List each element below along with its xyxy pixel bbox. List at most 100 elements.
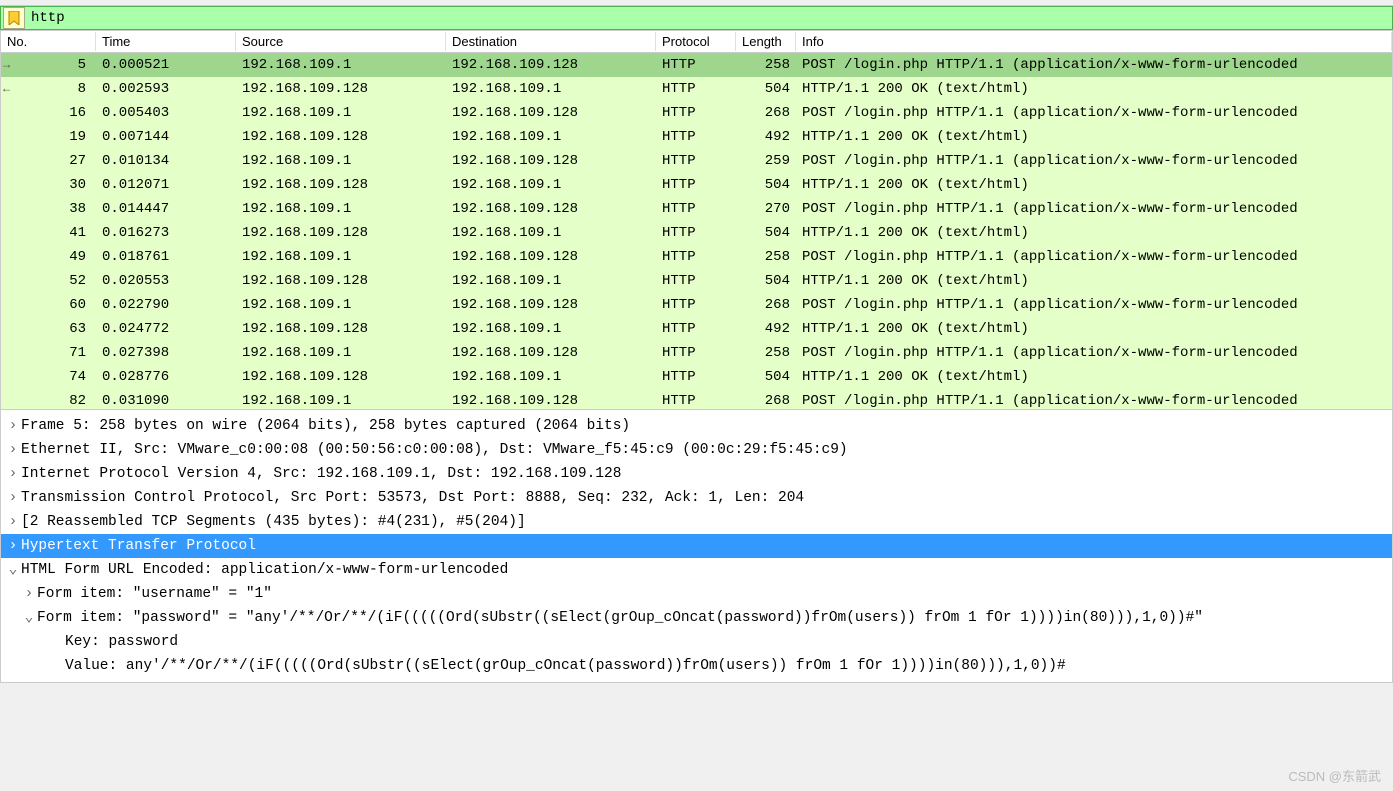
cell-dst: 192.168.109.128 bbox=[446, 55, 656, 75]
col-header-source[interactable]: Source bbox=[236, 32, 446, 51]
cell-info: POST /login.php HTTP/1.1 (application/x-… bbox=[796, 55, 1392, 75]
tree-eth-text: Ethernet II, Src: VMware_c0:00:08 (00:50… bbox=[21, 438, 848, 462]
chevron-right-icon[interactable]: › bbox=[5, 462, 21, 486]
chevron-right-icon[interactable]: › bbox=[5, 534, 21, 558]
cell-proto: HTTP bbox=[656, 367, 736, 387]
cell-dst: 192.168.109.1 bbox=[446, 271, 656, 291]
cell-len: 492 bbox=[736, 319, 796, 339]
cell-src: 192.168.109.128 bbox=[236, 367, 446, 387]
cell-src: 192.168.109.1 bbox=[236, 247, 446, 267]
cell-dst: 192.168.109.1 bbox=[446, 175, 656, 195]
col-header-no[interactable]: No. bbox=[1, 32, 96, 51]
cell-src: 192.168.109.128 bbox=[236, 175, 446, 195]
cell-len: 504 bbox=[736, 175, 796, 195]
packet-row[interactable]: 710.027398192.168.109.1192.168.109.128HT… bbox=[1, 341, 1392, 365]
tree-reassembly-text: [2 Reassembled TCP Segments (435 bytes):… bbox=[21, 510, 526, 534]
packet-row[interactable]: 270.010134192.168.109.1192.168.109.128HT… bbox=[1, 149, 1392, 173]
cell-src: 192.168.109.1 bbox=[236, 55, 446, 75]
cell-src: 192.168.109.1 bbox=[236, 103, 446, 123]
cell-info: POST /login.php HTTP/1.1 (application/x-… bbox=[796, 151, 1392, 171]
tree-form-item2-text: Form item: "password" = "any'/**/Or/**/(… bbox=[37, 606, 1203, 630]
tree-tcp[interactable]: ›Transmission Control Protocol, Src Port… bbox=[1, 486, 1392, 510]
cell-time: 0.014447 bbox=[96, 199, 236, 219]
col-header-time[interactable]: Time bbox=[96, 32, 236, 51]
bookmark-icon[interactable] bbox=[3, 7, 25, 29]
tree-form-item-username[interactable]: ›Form item: "username" = "1" bbox=[1, 582, 1392, 606]
tree-form-encoded[interactable]: ⌄HTML Form URL Encoded: application/x-ww… bbox=[1, 558, 1392, 582]
col-header-protocol[interactable]: Protocol bbox=[656, 32, 736, 51]
packet-row[interactable]: 490.018761192.168.109.1192.168.109.128HT… bbox=[1, 245, 1392, 269]
tree-http[interactable]: ›Hypertext Transfer Protocol bbox=[1, 534, 1392, 558]
cell-len: 259 bbox=[736, 151, 796, 171]
cell-proto: HTTP bbox=[656, 343, 736, 363]
cell-len: 504 bbox=[736, 271, 796, 291]
packet-details-pane[interactable]: ›Frame 5: 258 bytes on wire (2064 bits),… bbox=[0, 410, 1393, 683]
packet-list-header[interactable]: No. Time Source Destination Protocol Len… bbox=[1, 31, 1392, 53]
display-filter-bar[interactable] bbox=[0, 6, 1393, 30]
cell-time: 0.000521 bbox=[96, 55, 236, 75]
cell-time: 0.027398 bbox=[96, 343, 236, 363]
chevron-down-icon[interactable]: ⌄ bbox=[5, 558, 21, 582]
chevron-down-icon[interactable]: ⌄ bbox=[21, 606, 37, 630]
cell-dst: 192.168.109.1 bbox=[446, 79, 656, 99]
tree-frame[interactable]: ›Frame 5: 258 bytes on wire (2064 bits),… bbox=[1, 414, 1392, 438]
tree-form-value[interactable]: Value: any'/**/Or/**/(iF(((((Ord(sUbstr(… bbox=[1, 654, 1392, 678]
cell-proto: HTTP bbox=[656, 319, 736, 339]
cell-len: 258 bbox=[736, 55, 796, 75]
col-header-info[interactable]: Info bbox=[796, 32, 1392, 51]
tree-ip[interactable]: ›Internet Protocol Version 4, Src: 192.1… bbox=[1, 462, 1392, 486]
cell-dst: 192.168.109.128 bbox=[446, 151, 656, 171]
cell-len: 258 bbox=[736, 343, 796, 363]
chevron-right-icon[interactable]: › bbox=[5, 438, 21, 462]
tree-reassembly[interactable]: ›[2 Reassembled TCP Segments (435 bytes)… bbox=[1, 510, 1392, 534]
watermark-text: CSDN @东箭武 bbox=[1288, 766, 1381, 785]
packet-list-pane[interactable]: No. Time Source Destination Protocol Len… bbox=[0, 30, 1393, 410]
cell-len: 268 bbox=[736, 391, 796, 410]
cell-info: POST /login.php HTTP/1.1 (application/x-… bbox=[796, 247, 1392, 267]
packet-row[interactable]: ←80.002593192.168.109.128192.168.109.1HT… bbox=[1, 77, 1392, 101]
chevron-right-icon[interactable]: › bbox=[21, 582, 37, 606]
tree-form-item-password[interactable]: ⌄Form item: "password" = "any'/**/Or/**/… bbox=[1, 606, 1392, 630]
cell-dst: 192.168.109.128 bbox=[446, 295, 656, 315]
packet-row[interactable]: 410.016273192.168.109.128192.168.109.1HT… bbox=[1, 221, 1392, 245]
cell-len: 258 bbox=[736, 247, 796, 267]
tree-frame-text: Frame 5: 258 bytes on wire (2064 bits), … bbox=[21, 414, 630, 438]
chevron-right-icon[interactable]: › bbox=[5, 414, 21, 438]
display-filter-input[interactable] bbox=[27, 8, 1392, 28]
tree-form-key[interactable]: Key: password bbox=[1, 630, 1392, 654]
cell-info: POST /login.php HTTP/1.1 (application/x-… bbox=[796, 343, 1392, 363]
cell-dst: 192.168.109.128 bbox=[446, 199, 656, 219]
col-header-destination[interactable]: Destination bbox=[446, 32, 656, 51]
packet-row[interactable]: 190.007144192.168.109.128192.168.109.1HT… bbox=[1, 125, 1392, 149]
tree-tcp-text: Transmission Control Protocol, Src Port:… bbox=[21, 486, 804, 510]
cell-proto: HTTP bbox=[656, 175, 736, 195]
tree-ethernet[interactable]: ›Ethernet II, Src: VMware_c0:00:08 (00:5… bbox=[1, 438, 1392, 462]
cell-info: POST /login.php HTTP/1.1 (application/x-… bbox=[796, 391, 1392, 410]
packet-row[interactable]: 520.020553192.168.109.128192.168.109.1HT… bbox=[1, 269, 1392, 293]
cell-dst: 192.168.109.128 bbox=[446, 103, 656, 123]
cell-proto: HTTP bbox=[656, 151, 736, 171]
cell-time: 0.024772 bbox=[96, 319, 236, 339]
packet-row[interactable]: 600.022790192.168.109.1192.168.109.128HT… bbox=[1, 293, 1392, 317]
packet-row[interactable]: 630.024772192.168.109.128192.168.109.1HT… bbox=[1, 317, 1392, 341]
col-header-length[interactable]: Length bbox=[736, 32, 796, 51]
cell-time: 0.002593 bbox=[96, 79, 236, 99]
cell-dst: 192.168.109.1 bbox=[446, 319, 656, 339]
cell-len: 270 bbox=[736, 199, 796, 219]
packet-rows-container: →50.000521192.168.109.1192.168.109.128HT… bbox=[1, 53, 1392, 410]
packet-row[interactable]: 820.031090192.168.109.1192.168.109.128HT… bbox=[1, 389, 1392, 410]
cell-len: 504 bbox=[736, 79, 796, 99]
cell-info: POST /login.php HTTP/1.1 (application/x-… bbox=[796, 103, 1392, 123]
packet-row[interactable]: 300.012071192.168.109.128192.168.109.1HT… bbox=[1, 173, 1392, 197]
packet-row[interactable]: 740.028776192.168.109.128192.168.109.1HT… bbox=[1, 365, 1392, 389]
chevron-right-icon[interactable]: › bbox=[5, 510, 21, 534]
packet-row[interactable]: 160.005403192.168.109.1192.168.109.128HT… bbox=[1, 101, 1392, 125]
chevron-right-icon[interactable]: › bbox=[5, 486, 21, 510]
tree-key-text: Key: password bbox=[65, 630, 178, 654]
cell-len: 504 bbox=[736, 223, 796, 243]
cell-info: HTTP/1.1 200 OK (text/html) bbox=[796, 127, 1392, 147]
cell-time: 0.022790 bbox=[96, 295, 236, 315]
packet-row[interactable]: 380.014447192.168.109.1192.168.109.128HT… bbox=[1, 197, 1392, 221]
cell-src: 192.168.109.128 bbox=[236, 223, 446, 243]
packet-row[interactable]: →50.000521192.168.109.1192.168.109.128HT… bbox=[1, 53, 1392, 77]
